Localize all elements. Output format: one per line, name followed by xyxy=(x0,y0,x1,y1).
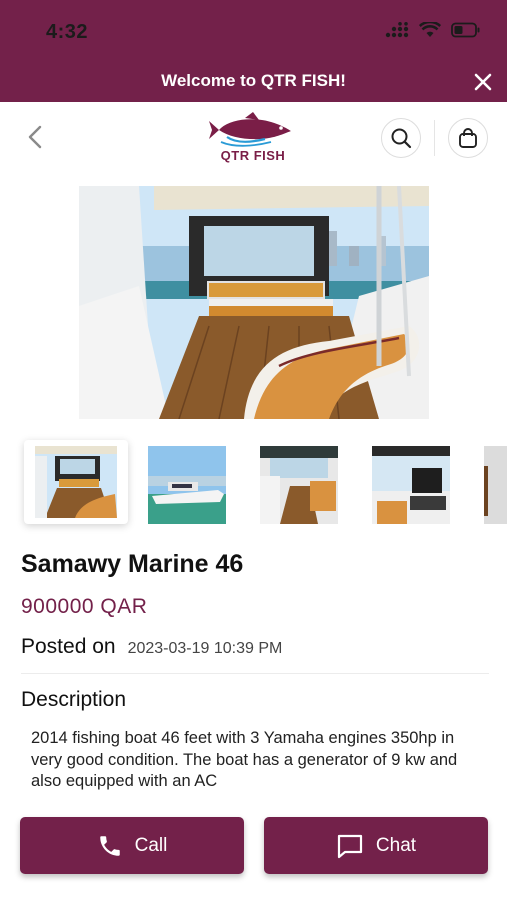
thumbnail-5[interactable] xyxy=(484,446,507,524)
wifi-icon xyxy=(419,22,441,37)
description-text: 2014 fishing boat 46 feet with 3 Yamaha … xyxy=(31,729,458,790)
status-time: 4:32 xyxy=(46,21,89,43)
logo-text: QTR FISH xyxy=(220,148,286,163)
search-icon xyxy=(391,128,412,149)
boat-photo xyxy=(79,186,429,419)
chat-label: Chat xyxy=(375,834,417,856)
description-heading: Description xyxy=(21,688,127,711)
thumbnail-image xyxy=(372,446,450,524)
close-icon[interactable] xyxy=(471,70,495,94)
phone-icon xyxy=(99,835,120,856)
header-divider xyxy=(434,120,435,156)
back-icon[interactable] xyxy=(22,122,50,152)
posted-row: Posted on 2023-03-19 10:39 PM xyxy=(21,635,282,659)
posted-date: 2023-03-19 10:39 PM xyxy=(127,640,283,657)
call-button[interactable]: Call xyxy=(20,817,244,874)
thumbnail-image xyxy=(260,446,338,524)
posted-label: Posted on xyxy=(21,635,116,658)
thumbnail-image xyxy=(484,446,507,524)
thumbnail-image xyxy=(148,446,226,524)
bag-icon xyxy=(459,128,477,148)
app-logo: QTR FISH xyxy=(205,112,301,166)
action-bar: Call Chat xyxy=(0,800,507,900)
image-thumbnails xyxy=(0,440,507,530)
cart-button[interactable] xyxy=(448,118,488,158)
welcome-banner: Welcome to QTR FISH! xyxy=(0,62,507,102)
thumbnail-3[interactable] xyxy=(260,446,338,524)
chat-icon xyxy=(337,834,363,858)
listing-title: Samawy Marine 46 xyxy=(21,550,244,578)
battery-icon xyxy=(451,22,480,38)
call-label: Call xyxy=(134,834,168,856)
chat-button[interactable]: Chat xyxy=(264,817,488,874)
search-button[interactable] xyxy=(381,118,421,158)
fish-logo-icon xyxy=(209,112,291,147)
thumbnail-1[interactable] xyxy=(24,440,128,524)
thumbnail-image xyxy=(35,446,117,518)
status-bar: 4:32 xyxy=(0,0,507,62)
thumbnail-2[interactable] xyxy=(148,446,226,524)
status-icons xyxy=(385,22,481,38)
listing-price: 900000 QAR xyxy=(21,595,148,618)
section-divider xyxy=(21,673,489,674)
cellular-signal-icon xyxy=(385,22,409,38)
app-header: QTR FISH xyxy=(0,102,507,172)
main-product-image[interactable] xyxy=(79,186,429,419)
thumbnail-4[interactable] xyxy=(372,446,450,524)
banner-text: Welcome to QTR FISH! xyxy=(161,71,346,90)
